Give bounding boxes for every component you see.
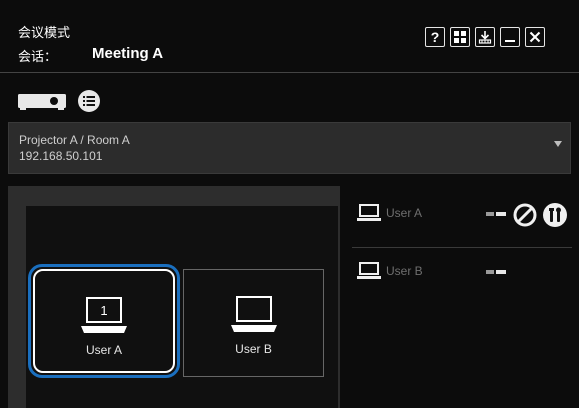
laptop-icon — [230, 296, 277, 332]
minimize-icon — [505, 40, 515, 42]
tools-icon[interactable] — [542, 202, 568, 228]
grid-icon — [454, 31, 466, 43]
status-bars-icon — [486, 212, 506, 216]
download-button[interactable] — [475, 27, 495, 47]
tile-label: User B — [235, 342, 272, 356]
mode-label: 会议模式 — [18, 25, 71, 40]
meeting-name: Meeting A — [92, 45, 164, 62]
projector-select[interactable]: Projector A / Room A 192.168.50.101 — [8, 122, 571, 174]
user-list: User A User B — [352, 200, 572, 306]
tile-label: User A — [85, 343, 122, 357]
chevron-down-icon — [554, 141, 562, 147]
user-name: User B — [386, 264, 423, 278]
laptop-icon — [357, 262, 381, 279]
close-icon — [529, 31, 541, 43]
user-name: User A — [386, 206, 423, 220]
title-divider — [0, 72, 579, 73]
block-icon[interactable] — [512, 202, 538, 228]
projector-ip: 192.168.50.101 — [19, 149, 103, 163]
tile-user-a-frame: 1 User A — [33, 269, 175, 373]
user-row[interactable]: User B — [352, 258, 572, 306]
close-button[interactable] — [525, 27, 545, 47]
tile-user-a[interactable]: 1 User A — [28, 264, 180, 378]
projector-name: Projector A / Room A — [19, 133, 130, 147]
divider — [352, 247, 572, 248]
minimize-button[interactable] — [500, 27, 520, 47]
help-button[interactable]: ? — [425, 27, 445, 47]
meeting-window: 会议模式 会话： Meeting A ? Projector A / Room … — [0, 0, 579, 408]
user-row[interactable]: User A — [352, 200, 572, 248]
laptop-icon: 1 — [81, 297, 127, 333]
projector-icon[interactable] — [18, 91, 66, 111]
tile-user-b[interactable]: User B — [183, 269, 324, 377]
download-icon — [478, 31, 492, 44]
laptop-icon — [357, 204, 381, 221]
session-label: 会话： — [18, 49, 58, 64]
grid-button[interactable] — [450, 27, 470, 47]
status-bars-icon — [486, 270, 506, 274]
list-icon[interactable] — [78, 90, 100, 112]
screen-number: 1 — [100, 303, 107, 318]
help-icon: ? — [430, 29, 440, 45]
